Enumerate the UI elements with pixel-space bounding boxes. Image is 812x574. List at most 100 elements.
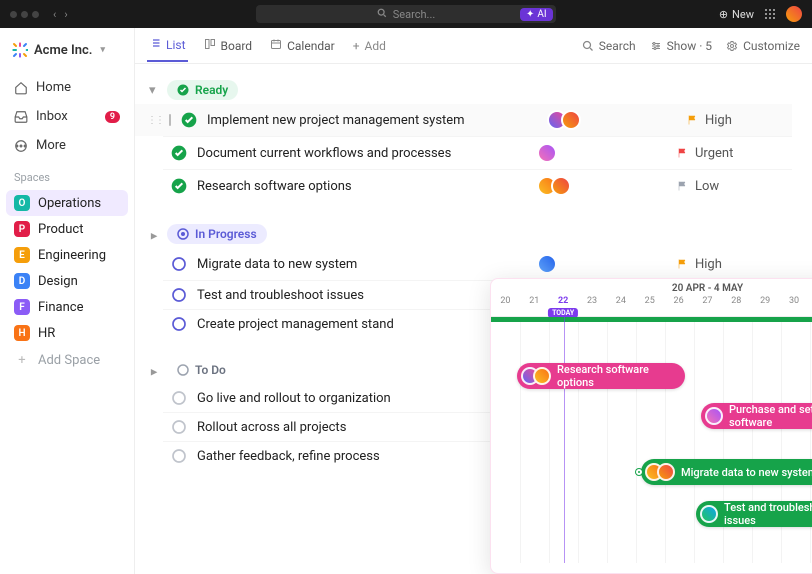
assignee-avatar[interactable]	[551, 176, 571, 196]
assignee-avatar[interactable]	[537, 143, 557, 163]
drag-handle-icon[interactable]: ⋮⋮	[147, 115, 163, 126]
task-priority[interactable]: High	[677, 257, 722, 272]
main-area: List Board Calendar + Add Sear	[135, 28, 812, 574]
task-status-icon[interactable]	[171, 145, 187, 161]
calendar-icon	[270, 38, 282, 53]
task-title[interactable]: Document current workflows and processes	[197, 146, 527, 161]
forward-icon[interactable]: ›	[64, 8, 67, 21]
task-row[interactable]: ⋮⋮ Research software options Low	[163, 169, 792, 202]
status-ready-pill[interactable]: Ready	[167, 80, 238, 100]
nav-more[interactable]: More	[6, 132, 128, 159]
nav-inbox[interactable]: Inbox 9	[6, 103, 128, 130]
task-priority[interactable]: Urgent	[677, 146, 733, 161]
task-status-icon[interactable]	[171, 419, 187, 435]
task-status-icon[interactable]	[171, 256, 187, 272]
task-priority[interactable]: High	[687, 113, 732, 128]
space-color-icon: P	[14, 221, 30, 237]
assignee-avatar[interactable]	[657, 463, 675, 481]
gantt-resize-handle[interactable]	[636, 469, 642, 475]
history-nav[interactable]: ‹ ›	[53, 8, 68, 21]
task-status-icon[interactable]	[181, 112, 197, 128]
toolbar-customize[interactable]: Customize	[726, 39, 800, 53]
task-title[interactable]: Migrate data to new system	[197, 257, 527, 272]
gantt-date: 22	[549, 296, 578, 316]
gantt-date: 29	[751, 296, 780, 316]
task-row[interactable]: ⋮⋮ Migrate data to new system High	[163, 248, 792, 280]
apps-grid-icon[interactable]	[764, 8, 776, 20]
view-board[interactable]: Board	[202, 30, 255, 61]
collapse-toggle[interactable]: ▾	[147, 229, 162, 239]
global-search[interactable]: Search...	[256, 5, 556, 23]
task-title[interactable]: Research software options	[197, 179, 527, 194]
space-operations[interactable]: O Operations	[6, 190, 128, 216]
workspace-switcher[interactable]: Acme Inc. ▾	[6, 38, 128, 62]
task-status-icon[interactable]	[171, 178, 187, 194]
view-list[interactable]: List	[147, 29, 188, 62]
task-title[interactable]: Test and troubleshoot issues	[197, 288, 527, 303]
back-icon[interactable]: ‹	[53, 8, 56, 21]
gantt-date: 28	[722, 296, 751, 316]
gantt-date: 21	[520, 296, 549, 316]
collapse-toggle[interactable]: ▾	[147, 365, 162, 375]
space-engineering[interactable]: E Engineering	[6, 242, 128, 268]
gantt-bar-label: Test and troubleshoot issues	[724, 501, 812, 527]
task-title[interactable]: Go live and rollout to organization	[197, 391, 527, 406]
toolbar-search[interactable]: Search	[582, 39, 636, 53]
new-button[interactable]: ⊕ New	[719, 8, 754, 21]
assignee-avatar[interactable]	[533, 367, 551, 385]
collapse-toggle[interactable]: ▾	[149, 83, 159, 98]
empty-circle-icon	[177, 364, 189, 376]
more-icon	[14, 139, 28, 153]
gantt-bar[interactable]: Purchase and setup new software	[701, 403, 812, 429]
nav-home[interactable]: Home	[6, 74, 128, 101]
user-avatar[interactable]	[786, 6, 802, 22]
board-icon	[204, 38, 216, 53]
task-status-icon[interactable]	[171, 390, 187, 406]
status-inprogress-pill[interactable]: In Progress	[167, 224, 267, 244]
task-assignees[interactable]	[537, 143, 617, 163]
assignee-avatar[interactable]	[561, 110, 581, 130]
toolbar-show[interactable]: Show · 5	[650, 39, 712, 53]
task-status-icon[interactable]	[171, 448, 187, 464]
gantt-body[interactable]: Research software options Purchase and se…	[491, 317, 812, 563]
task-row[interactable]: ⋮⋮ Document current workflows and proces…	[163, 136, 792, 169]
add-space-button[interactable]: + Add Space	[6, 348, 128, 373]
sliders-icon	[650, 40, 662, 52]
space-design[interactable]: D Design	[6, 268, 128, 294]
task-status-icon[interactable]	[171, 287, 187, 303]
list-icon	[149, 37, 161, 52]
task-row[interactable]: ⋮⋮ Implement new project management syst…	[135, 104, 792, 136]
view-calendar[interactable]: Calendar	[268, 30, 337, 61]
select-checkbox[interactable]	[169, 114, 171, 126]
add-view[interactable]: + Add	[351, 31, 388, 61]
window-controls[interactable]	[10, 11, 39, 18]
assignee-avatar[interactable]	[537, 254, 557, 274]
task-assignees[interactable]	[537, 176, 617, 196]
task-title[interactable]: Gather feedback, refine process	[197, 449, 527, 464]
row-controls[interactable]: ⋮⋮	[147, 114, 171, 126]
task-assignees[interactable]	[547, 110, 627, 130]
task-title[interactable]: Implement new project management system	[207, 113, 537, 128]
task-priority[interactable]: Low	[677, 179, 719, 194]
space-hr[interactable]: H HR	[6, 320, 128, 346]
task-title[interactable]: Create project management stand	[197, 317, 527, 332]
gantt-panel[interactable]: 20 APR - 4 MAY 2021222324252627282930123…	[490, 278, 812, 574]
task-assignees[interactable]	[537, 254, 617, 274]
gantt-date: 30	[780, 296, 809, 316]
space-finance[interactable]: F Finance	[6, 294, 128, 320]
check-circle-icon	[177, 84, 189, 96]
space-product[interactable]: P Product	[6, 216, 128, 242]
task-title[interactable]: Rollout across all projects	[197, 420, 527, 435]
status-todo-pill[interactable]: To Do	[167, 360, 236, 380]
gantt-bar[interactable]: Research software options	[517, 363, 685, 389]
gantt-bar[interactable]: Test and troubleshoot issues	[696, 501, 812, 527]
task-status-icon[interactable]	[171, 316, 187, 332]
assignee-avatar[interactable]	[700, 505, 718, 523]
group-ready: ▾ Ready ⋮⋮ Implement new project managem…	[163, 76, 792, 202]
ai-button[interactable]: ✦ AI	[520, 8, 553, 21]
assignee-avatar[interactable]	[705, 407, 723, 425]
gantt-bar[interactable]: Migrate data to new system	[641, 459, 812, 485]
plus-circle-icon: ⊕	[719, 8, 728, 21]
search-placeholder: Search...	[393, 8, 436, 21]
gantt-bar-label: Migrate data to new system	[681, 466, 812, 479]
